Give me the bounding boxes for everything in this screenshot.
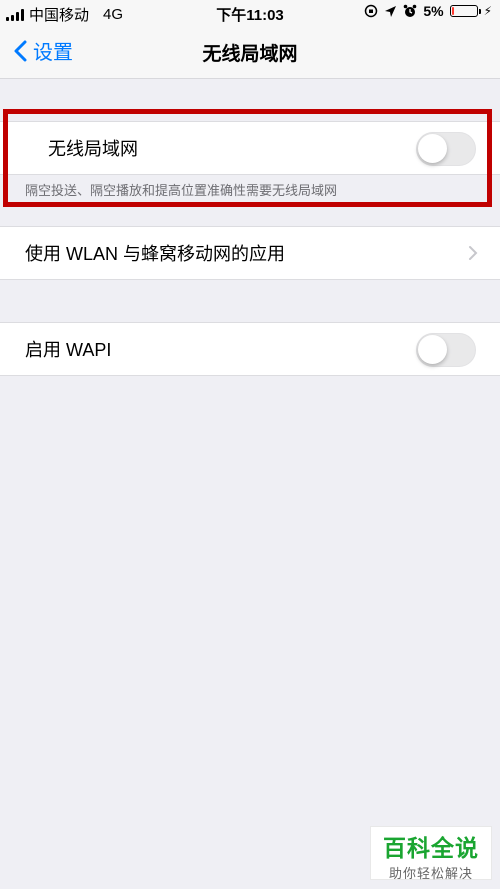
watermark-slogan: 助你轻松解决 xyxy=(388,866,473,881)
battery-icon xyxy=(449,5,481,17)
navigation-bar: 设置 无线局域网 xyxy=(0,26,500,79)
status-right: 5% ⚡ xyxy=(364,3,492,19)
apps-label: 使用 WLAN 与蜂窝移动网的应用 xyxy=(25,244,286,264)
orientation-lock-icon xyxy=(365,4,378,18)
battery-fill xyxy=(451,7,454,15)
wlan-toggle[interactable] xyxy=(416,132,476,166)
status-bar: 中国移动 4G 下午11:03 5% ⚡ xyxy=(0,0,500,26)
wlan-group: 无线局域网 xyxy=(0,121,500,175)
wapi-group: 启用 WAPI xyxy=(0,322,500,376)
page-title: 无线局域网 xyxy=(202,44,298,65)
wlan-toggle-knob xyxy=(418,134,447,163)
wlan-footer-note: 隔空投送、隔空播放和提高位置准确性需要无线局域网 xyxy=(25,183,338,198)
wapi-toggle-knob xyxy=(418,335,447,364)
wapi-toggle[interactable] xyxy=(416,333,476,367)
apps-cell[interactable]: 使用 WLAN 与蜂窝移动网的应用 xyxy=(0,227,500,279)
wapi-label: 启用 WAPI xyxy=(25,340,112,360)
chevron-right-icon xyxy=(469,246,478,260)
battery-percent: 5% xyxy=(423,3,444,19)
wapi-cell: 启用 WAPI xyxy=(0,323,500,375)
watermark-brand: 百科全说 xyxy=(383,835,479,861)
watermark-logo: 百科全说 助你轻松解决 xyxy=(370,826,492,881)
wlan-cell: 无线局域网 xyxy=(0,122,500,174)
location-arrow-icon xyxy=(385,5,397,17)
wlan-label: 无线局域网 xyxy=(48,139,138,159)
alarm-clock-icon xyxy=(404,4,417,17)
charging-bolt-icon: ⚡ xyxy=(483,4,492,18)
apps-group: 使用 WLAN 与蜂窝移动网的应用 xyxy=(0,226,500,280)
